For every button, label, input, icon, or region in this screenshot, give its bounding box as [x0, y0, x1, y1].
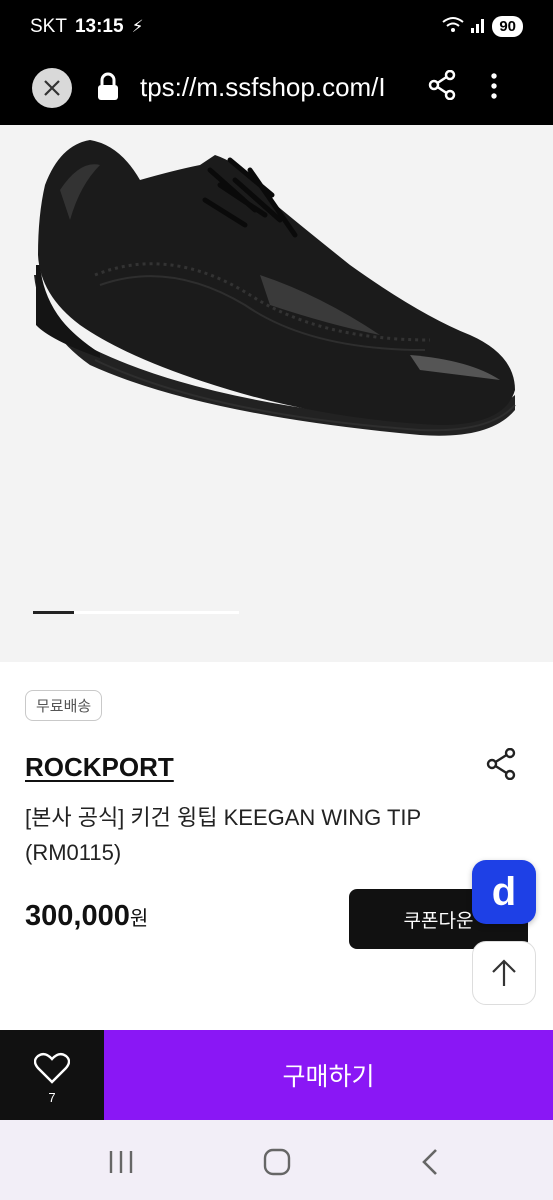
- more-button[interactable]: [490, 72, 498, 105]
- share-button[interactable]: [428, 69, 456, 105]
- price-currency: 원: [129, 908, 149, 930]
- clock: 13:15: [74, 16, 124, 37]
- back-button[interactable]: [420, 1148, 440, 1181]
- product-price: 300,000원: [25, 900, 148, 933]
- product-title: [본사 공식] 키건 윙팁 KEEGAN WING TIP (RM0115): [25, 805, 421, 865]
- close-button[interactable]: [32, 68, 72, 108]
- status-right: 90: [442, 16, 523, 37]
- url-field[interactable]: tps://m.ssfshop.com/I: [140, 72, 405, 103]
- lock-icon: [96, 72, 120, 107]
- browser-toolbar: tps://m.ssfshop.com/I: [0, 50, 553, 125]
- heart-icon: [34, 1052, 70, 1084]
- wishlist-button[interactable]: 7: [0, 1030, 104, 1120]
- recent-apps-icon: [109, 1151, 133, 1173]
- arrow-up-icon: [492, 959, 516, 986]
- wifi-icon: [442, 16, 464, 37]
- carousel-indicator-active: [33, 611, 74, 614]
- back-icon: [422, 1149, 437, 1175]
- home-button[interactable]: [263, 1148, 291, 1181]
- scroll-top-button[interactable]: [472, 941, 536, 1005]
- battery-indicator: 90: [492, 16, 523, 37]
- d-app-button[interactable]: d: [472, 860, 536, 924]
- home-icon: [263, 1148, 291, 1176]
- signal-icon: [470, 17, 486, 36]
- status-bar: SKT 13:15 ⚡ 90: [0, 0, 553, 50]
- carrier: SKT: [30, 16, 67, 37]
- close-icon: [44, 80, 60, 96]
- bolt-icon: ⚡: [131, 17, 144, 36]
- brand-link[interactable]: ROCKPORT: [25, 752, 174, 783]
- product-share-button[interactable]: [486, 747, 516, 785]
- buy-button[interactable]: 구매하기: [104, 1030, 553, 1120]
- product-shoe-image: [34, 140, 516, 436]
- free-shipping-badge: 무료배송: [25, 690, 103, 721]
- wish-count: 7: [48, 1090, 56, 1105]
- price-amount: 300,000: [25, 900, 130, 932]
- product-image-carousel[interactable]: [0, 125, 553, 662]
- recent-apps-button[interactable]: [108, 1150, 134, 1179]
- more-icon: [491, 73, 497, 99]
- share-icon: [428, 69, 456, 101]
- share-icon: [486, 747, 516, 781]
- status-left: SKT 13:15 ⚡: [30, 16, 144, 38]
